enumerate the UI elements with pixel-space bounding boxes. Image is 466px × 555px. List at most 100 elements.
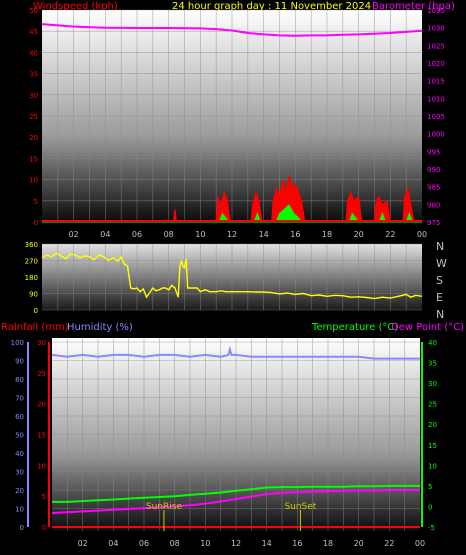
barometer-tick-label: 1030 — [427, 25, 445, 33]
barometer-tick-label: 1025 — [427, 42, 445, 50]
temperature-tick-label: 10 — [428, 462, 437, 470]
barometer-tick-label: 1000 — [427, 131, 445, 139]
windspeed-tick-label: 20 — [29, 134, 38, 142]
temperature-x-tick-label: 18 — [323, 539, 333, 548]
wind-x-tick-label: 00 — [417, 230, 427, 239]
wind-x-tick-label: 20 — [354, 230, 364, 239]
wind-x-tick-label: 14 — [259, 230, 269, 239]
rain-tick-label: 25 — [37, 370, 46, 378]
windspeed-ticks: 0 5 10 15 20 25 30 35 40 45 50 — [29, 7, 38, 227]
rain-tick-label: 15 — [37, 432, 46, 440]
wind-x-tick-label: 02 — [69, 230, 79, 239]
humidity-tick-label: 30 — [15, 469, 24, 477]
temperature-tick-label: 5 — [428, 483, 432, 491]
humidity-tick-label: 0 — [20, 524, 24, 532]
temperature-x-tick-label: 16 — [292, 539, 302, 548]
humidity-tick-label: 70 — [15, 395, 24, 403]
barometer-tick-label: 995 — [427, 148, 440, 156]
direction-ticks: 0 90 180 270 360 — [25, 241, 38, 315]
temperature-x-tick-label: 10 — [200, 539, 210, 548]
rain-tick-label: 0 — [42, 524, 46, 532]
wind-x-tick-label: 08 — [164, 230, 174, 239]
sun-marker-label: SunRise — [146, 502, 183, 512]
rain-tick-label: 20 — [37, 401, 46, 409]
temperature-x-tick-label: 08 — [170, 539, 180, 548]
temperature-x-tick-label: 02 — [78, 539, 88, 548]
direction-tick-label: 270 — [25, 258, 38, 266]
wind-x-tick-label: 12 — [227, 230, 237, 239]
compass-label: N — [436, 240, 444, 253]
temperature-x-tick-label: 22 — [384, 539, 394, 548]
humidity-tick-label: 40 — [15, 450, 24, 458]
wind-x-tick-label: 18 — [322, 230, 332, 239]
wind-x-tick-label: 06 — [132, 230, 142, 239]
humidity-tick-label: 50 — [15, 432, 24, 440]
temperature-x-tick-label: 20 — [354, 539, 364, 548]
wind-x-tick-label: 22 — [385, 230, 395, 239]
temperature-tick-label: 40 — [428, 339, 437, 347]
wind-x-tick-label: 16 — [290, 230, 300, 239]
barometer-tick-label: 1015 — [427, 78, 445, 86]
windspeed-tick-label: 10 — [29, 177, 38, 185]
windspeed-tick-label: 50 — [29, 7, 38, 15]
temperature-tick-label: -5 — [428, 524, 435, 532]
temperature-x-ticks: 02 04 06 08 10 12 14 16 18 20 22 00 — [78, 539, 426, 548]
barometer-tick-label: 1005 — [427, 113, 445, 121]
windspeed-tick-label: 35 — [29, 71, 38, 79]
temperature-x-tick-label: 06 — [139, 539, 149, 548]
temperature-tick-label: 20 — [428, 421, 437, 429]
temperature-tick-label: 35 — [428, 360, 437, 368]
rainfall-axis-label: Rainfall (mm) — [1, 322, 69, 333]
temperature-x-tick-label: 12 — [231, 539, 241, 548]
wind-x-tick-label: 10 — [195, 230, 205, 239]
barometer-ticks: 975 980 985 990 995 1000 1005 1010 1015 1020 1025 1… — [427, 7, 445, 227]
compass-label: E — [436, 291, 443, 304]
barometer-tick-label: 1035 — [427, 7, 445, 15]
barometer-tick-label: 980 — [427, 201, 440, 209]
wind-direction-panel: 090180270360 NWSEN — [25, 240, 447, 321]
temperature-tick-label: 25 — [428, 401, 437, 409]
windspeed-tick-label: 45 — [29, 28, 38, 36]
compass-label: N — [436, 308, 444, 321]
humidity-tick-label: 60 — [15, 413, 24, 421]
barometer-tick-label: 975 — [427, 219, 440, 227]
dewpoint-axis-label: Dew Point (°C) — [391, 322, 464, 333]
barometer-tick-label: 990 — [427, 166, 440, 174]
temperature-tick-label: 0 — [428, 503, 432, 511]
humidity-tick-label: 10 — [15, 506, 24, 514]
direction-tick-label: 180 — [25, 274, 38, 282]
wind-x-ticks: 02 04 06 08 10 12 14 16 18 20 22 00 — [69, 230, 428, 239]
temperature-x-tick-label: 00 — [415, 539, 425, 548]
humidity-rain-ticks: 0 10 20 30 40 50 60 70 80 90 100 0 5 10 15 20 25 30 — [11, 339, 50, 532]
wind-barometer-panel: 05101520253035404550 9759809859909951000… — [29, 7, 445, 239]
direction-tick-label: 0 — [34, 307, 38, 315]
windspeed-tick-label: 5 — [34, 198, 38, 206]
sun-marker-label: SunSet — [284, 502, 316, 512]
barometer-tick-label: 985 — [427, 184, 440, 192]
compass-label: W — [436, 257, 447, 270]
windspeed-tick-label: 25 — [29, 113, 38, 121]
rain-tick-label: 5 — [42, 493, 46, 501]
windspeed-tick-label: 30 — [29, 92, 38, 100]
temperature-axis-label: Temperature (°C) — [311, 322, 398, 333]
direction-tick-label: 360 — [25, 241, 38, 249]
humidity-tick-label: 20 — [15, 487, 24, 495]
humidity-tick-label: 90 — [15, 358, 24, 366]
temperature-tick-label: 30 — [428, 380, 437, 388]
compass-labels: NWSEN — [436, 240, 447, 321]
compass-label: S — [436, 274, 443, 287]
barometer-tick-label: 1010 — [427, 95, 445, 103]
temperature-tick-label: 15 — [428, 442, 437, 450]
direction-tick-label: 90 — [29, 291, 38, 299]
humidity-tick-label: 80 — [15, 376, 24, 384]
windspeed-tick-label: 15 — [29, 155, 38, 163]
barometer-tick-label: 1020 — [427, 60, 445, 68]
temperature-panel: 0 10 20 30 40 50 60 70 80 90 10 00 5 10 15 20 25 30 -5 0 5 1… — [11, 338, 437, 548]
temperature-x-tick-label: 14 — [262, 539, 272, 548]
windspeed-tick-label: 0 — [34, 219, 38, 227]
wind-x-tick-label: 04 — [100, 230, 110, 239]
temperature-x-tick-label: 04 — [108, 539, 118, 548]
temperature-ticks: -5 0 5 10 15 20 25 30 35 40 — [421, 339, 437, 532]
rain-tick-label: 10 — [37, 462, 46, 470]
windspeed-tick-label: 40 — [29, 49, 38, 57]
